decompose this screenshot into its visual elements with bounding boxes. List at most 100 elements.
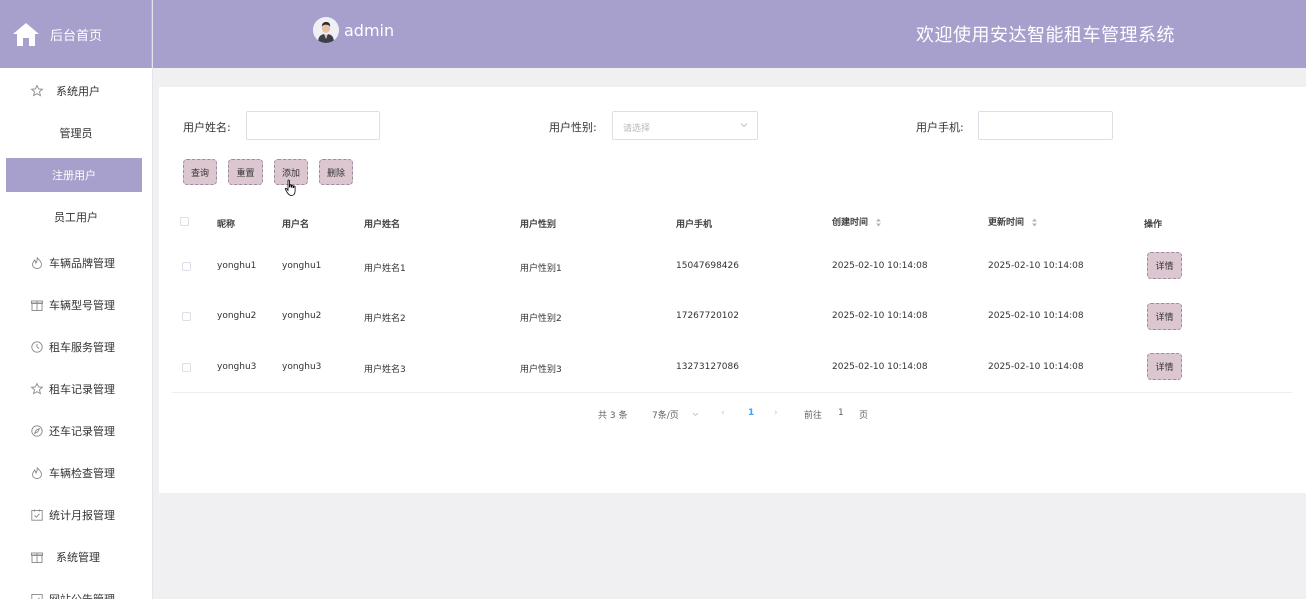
welcome-title: 欢迎使用安达智能租车管理系统 [916, 25, 1175, 46]
calendar-check-icon [31, 594, 43, 599]
filter-gender-label: 用户性别: [549, 121, 597, 134]
filter-phone-label: 用户手机: [916, 121, 964, 134]
phone-search-input[interactable] [978, 111, 1113, 140]
calendar-check-icon [31, 509, 43, 521]
chevron-down-icon [740, 123, 748, 128]
main-card: 用户姓名: 用户性别: 请选择 用户手机: 查询 重置 添加 删除 昵称 用户名… [159, 87, 1306, 493]
page-size-select[interactable]: 7条/页 [652, 408, 679, 421]
fire-icon [32, 467, 42, 479]
col-actions: 操作 [1144, 220, 1163, 230]
col-name: 用户姓名 [364, 220, 401, 230]
gift-icon [31, 300, 43, 311]
cell-name: 用户姓名2 [364, 314, 406, 324]
cell-phone: 17267720102 [676, 311, 739, 321]
sidebar-item-label: 车辆品牌管理 [49, 257, 115, 270]
sidebar-item-system-admin[interactable]: 系统管理 [0, 536, 152, 578]
page-number-current[interactable]: 1 [748, 408, 754, 418]
star-icon [30, 84, 44, 97]
pointer-cursor-icon [284, 179, 296, 196]
cell-name: 用户姓名1 [364, 264, 406, 274]
row-checkbox[interactable] [182, 312, 191, 321]
star-icon [30, 382, 44, 395]
sidebar-item-label: 租车记录管理 [49, 383, 115, 396]
table-bottom-divider [172, 392, 1292, 393]
cell-created: 2025-02-10 10:14:08 [832, 311, 928, 321]
select-all-checkbox[interactable] [180, 217, 189, 226]
goto-label: 前往 [804, 411, 823, 421]
delete-button[interactable]: 删除 [319, 159, 353, 185]
cell-gender: 用户性别1 [520, 264, 562, 274]
refresh-icon [31, 341, 43, 353]
gender-select-placeholder: 请选择 [623, 124, 651, 134]
cell-phone: 13273127086 [676, 362, 739, 372]
sidebar-item-vehicle-model[interactable]: 车辆型号管理 [0, 284, 152, 326]
sidebar-item-site-notice[interactable]: 网站公告管理 [0, 578, 152, 599]
sidebar-item-label: 车辆检查管理 [49, 467, 115, 480]
brand-label: 后台首页 [50, 28, 103, 44]
goto-page-suffix: 页 [859, 411, 869, 421]
sidebar-item-label: 还车记录管理 [49, 425, 115, 438]
sidebar: 后台首页 系统用户 管理员 注册用户 员工用户 车辆品牌管理 车辆型号管理 租车… [0, 0, 153, 599]
col-nickname: 昵称 [217, 220, 236, 230]
sidebar-item-staff-users[interactable]: 员工用户 [0, 196, 152, 238]
prev-page-button[interactable]: ‹ [721, 408, 725, 418]
goto-page-input[interactable]: 1 [838, 408, 844, 418]
cell-nickname: yonghu1 [217, 261, 257, 271]
sidebar-item-label: 租车服务管理 [49, 341, 115, 354]
sidebar-item-admin[interactable]: 管理员 [0, 112, 152, 154]
col-created[interactable]: 创建时间 [832, 215, 882, 228]
chevron-down-icon[interactable] [692, 411, 699, 418]
sidebar-item-label: 管理员 [59, 127, 93, 140]
row-checkbox[interactable] [182, 363, 191, 372]
sort-icon [1032, 218, 1038, 227]
sidebar-item-label: 统计月报管理 [49, 509, 115, 522]
compass-icon [31, 425, 43, 437]
cell-username: yonghu3 [282, 362, 322, 372]
query-button[interactable]: 查询 [183, 159, 217, 185]
name-search-input[interactable] [246, 111, 380, 140]
col-phone: 用户手机 [676, 220, 713, 230]
cell-name: 用户姓名3 [364, 365, 406, 375]
col-username: 用户名 [282, 220, 310, 230]
reset-button[interactable]: 重置 [228, 159, 263, 185]
sidebar-item-label: 系统用户 [56, 85, 100, 98]
col-updated-label: 更新时间 [988, 218, 1025, 228]
cell-gender: 用户性别2 [520, 314, 562, 324]
sidebar-item-vehicle-brand[interactable]: 车辆品牌管理 [0, 242, 152, 284]
sidebar-brand[interactable]: 后台首页 [0, 0, 152, 68]
sidebar-item-return-records[interactable]: 还车记录管理 [0, 410, 152, 452]
pagination-total: 共 3 条 [598, 411, 628, 421]
col-created-label: 创建时间 [832, 218, 869, 228]
cell-updated: 2025-02-10 10:14:08 [988, 311, 1084, 321]
avatar [313, 17, 339, 43]
gift-icon [31, 552, 43, 563]
gender-select[interactable]: 请选择 [612, 111, 758, 140]
next-page-button[interactable]: › [774, 408, 778, 418]
detail-button[interactable]: 详情 [1147, 303, 1182, 330]
cell-nickname: yonghu3 [217, 362, 257, 372]
sidebar-item-rental-service[interactable]: 租车服务管理 [0, 326, 152, 368]
detail-button[interactable]: 详情 [1147, 353, 1182, 380]
sidebar-item-monthly-report[interactable]: 统计月报管理 [0, 494, 152, 536]
sidebar-item-vehicle-check[interactable]: 车辆检查管理 [0, 452, 152, 494]
sidebar-menu: 系统用户 管理员 注册用户 员工用户 车辆品牌管理 车辆型号管理 租车服务管理 … [0, 70, 152, 599]
cell-gender: 用户性别3 [520, 365, 562, 375]
sidebar-item-label: 注册用户 [52, 169, 96, 182]
user-menu[interactable]: admin [313, 17, 394, 43]
fire-icon [32, 257, 42, 269]
cell-updated: 2025-02-10 10:14:08 [988, 362, 1084, 372]
detail-button[interactable]: 详情 [1147, 252, 1182, 279]
sidebar-item-system-users[interactable]: 系统用户 [0, 70, 152, 112]
col-gender: 用户性别 [520, 220, 557, 230]
sidebar-item-registered-users[interactable]: 注册用户 [6, 158, 142, 192]
cell-phone: 15047698426 [676, 261, 739, 271]
row-checkbox[interactable] [182, 262, 191, 271]
home-icon [13, 23, 39, 46]
cell-updated: 2025-02-10 10:14:08 [988, 261, 1084, 271]
sidebar-item-label: 车辆型号管理 [49, 299, 115, 312]
sidebar-item-label: 员工用户 [54, 211, 98, 224]
sidebar-item-label: 网站公告管理 [49, 591, 115, 599]
col-updated[interactable]: 更新时间 [988, 215, 1038, 228]
sidebar-item-rental-records[interactable]: 租车记录管理 [0, 368, 152, 410]
cell-username: yonghu1 [282, 261, 322, 271]
